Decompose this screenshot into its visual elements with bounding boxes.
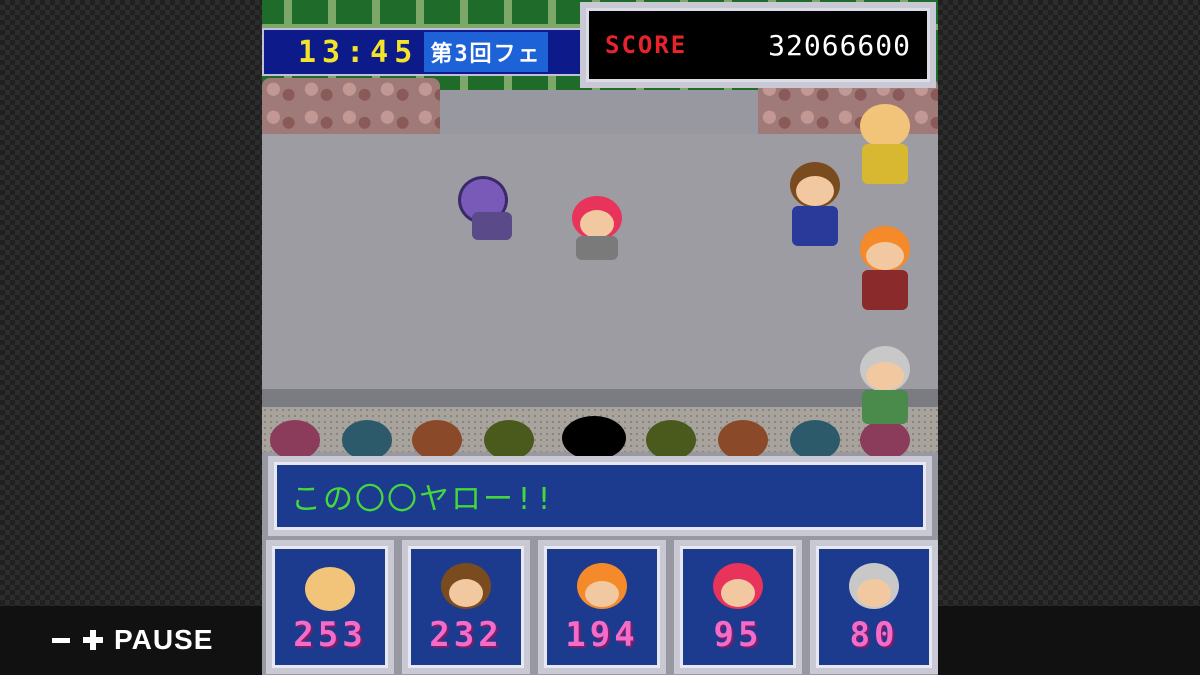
cat-ears-portrait-icon xyxy=(301,563,359,613)
old-woman-sprite xyxy=(852,346,918,426)
old-woman-portrait-icon xyxy=(845,563,903,613)
crowd-head xyxy=(790,420,840,460)
crowd-head xyxy=(718,420,768,460)
party-hp: 232 xyxy=(429,615,503,655)
pause-control[interactable]: PAUSE xyxy=(50,620,213,660)
rock-wall-left xyxy=(262,78,440,134)
party-status: 253 232 194 95 80 xyxy=(266,540,938,674)
crowd-head xyxy=(484,420,534,460)
party-card: 232 xyxy=(402,540,530,674)
purple-ghost-enemy xyxy=(452,176,532,250)
crowd-head xyxy=(562,416,626,460)
red-hair-girl-portrait-icon xyxy=(709,563,767,613)
stage-label: 第3回フェ xyxy=(424,32,548,72)
party-hp: 194 xyxy=(565,615,639,655)
crowd-head xyxy=(646,420,696,460)
score-label: SCORE xyxy=(605,31,688,59)
crowd-head xyxy=(412,420,462,460)
party-card: 253 xyxy=(266,540,394,674)
red-hair-girl-player xyxy=(562,196,636,270)
dialog-box: この〇〇ヤロー!! xyxy=(268,456,932,536)
dialog-text: この〇〇ヤロー!! xyxy=(291,482,556,517)
right-background xyxy=(938,0,1200,675)
party-hp: 253 xyxy=(293,615,367,655)
party-card: 194 xyxy=(538,540,666,674)
minus-icon xyxy=(50,629,72,651)
party-hp: 95 xyxy=(713,615,763,655)
orange-hair-portrait-icon xyxy=(573,563,631,613)
timer-banner: 13:45 第3回フェ xyxy=(262,28,584,76)
crowd-head xyxy=(860,420,910,460)
game-screen: 13:45 第3回フェ SCORE 32066600 この〇〇ヤロー!! 253… xyxy=(262,0,938,675)
orange-hair-sprite xyxy=(852,226,918,314)
curb xyxy=(262,389,938,407)
score-panel: SCORE 32066600 xyxy=(580,2,936,88)
pause-label: PAUSE xyxy=(114,624,214,655)
cat-eared-sprite xyxy=(852,100,918,188)
crowd-head xyxy=(270,420,320,460)
timer: 13:45 xyxy=(298,34,419,70)
score-value: 32066600 xyxy=(768,28,911,62)
party-card: 95 xyxy=(674,540,802,674)
party-hp: 80 xyxy=(849,615,899,655)
crowd-head xyxy=(342,420,392,460)
left-background xyxy=(0,0,262,675)
plus-icon xyxy=(82,629,104,651)
party-card: 80 xyxy=(810,540,938,674)
glasses-boy-portrait-icon xyxy=(437,563,495,613)
glasses-boy-sprite xyxy=(782,162,848,250)
